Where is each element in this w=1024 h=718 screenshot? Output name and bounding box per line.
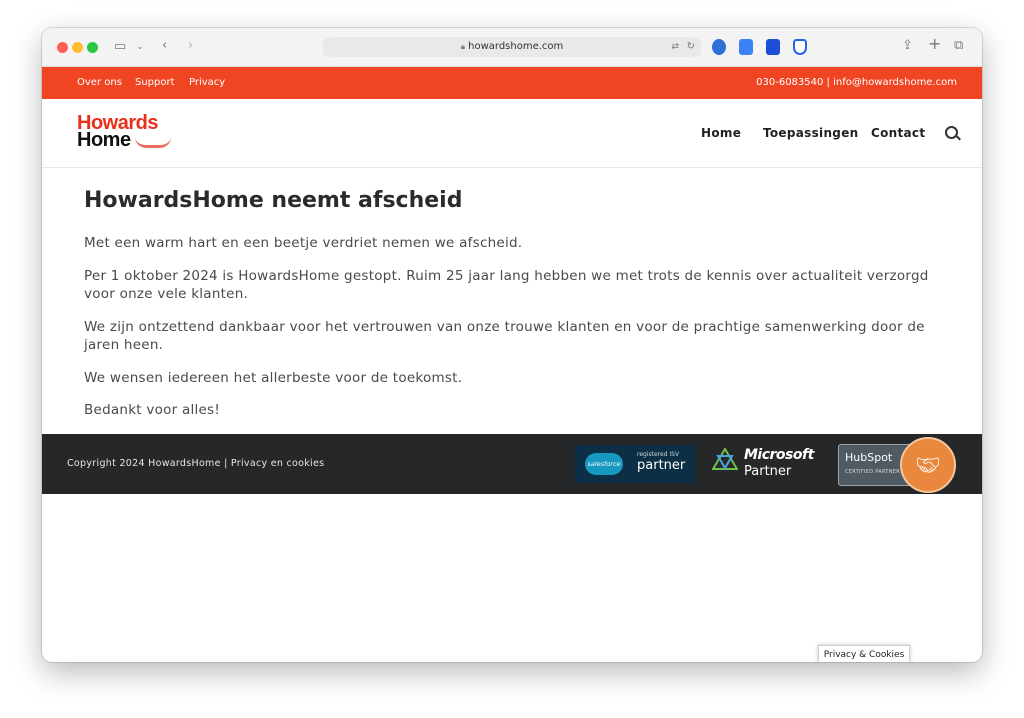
salesforce-badge-small: registered ISV xyxy=(637,451,680,458)
microsoft-sub: Partner xyxy=(744,464,792,479)
browser-toolbar: ▭ ⌄ ‹ › 🔒︎ howardshome.com ⇄ ↻ ⇪ + ⧉ xyxy=(42,28,982,67)
share-icon[interactable]: ⇪ xyxy=(902,39,913,53)
salesforce-partner-badge: salesforce registered ISV partner xyxy=(575,445,695,483)
forward-icon[interactable]: › xyxy=(188,39,193,53)
new-tab-icon[interactable]: + xyxy=(928,36,941,52)
site-header: Howards Home Home Toepassingen Contact xyxy=(42,99,982,168)
hubspot-sub: CERTIFIED PARTNER xyxy=(845,469,900,475)
privacy-cookies-button[interactable]: Privacy & Cookies xyxy=(818,645,910,662)
paragraph-5: Bedankt voor alles! xyxy=(84,402,220,418)
microsoft-name: Microsoft xyxy=(744,447,814,463)
extension-document-icon[interactable] xyxy=(739,39,753,55)
top-bar: Over ons Support Privacy 030-6083540 | i… xyxy=(42,67,982,99)
browser-window: ▭ ⌄ ‹ › 🔒︎ howardshome.com ⇄ ↻ ⇪ + ⧉ Ove… xyxy=(42,28,982,662)
translate-icon[interactable]: ⇄ xyxy=(671,40,679,54)
minimize-window-button[interactable] xyxy=(72,42,83,53)
logo-swoosh xyxy=(135,137,171,148)
shield-icon[interactable] xyxy=(793,39,807,55)
page-title: HowardsHome neemt afscheid xyxy=(84,188,463,213)
logo-line-2: Home xyxy=(77,129,131,151)
chevron-down-icon[interactable]: ⌄ xyxy=(136,40,144,54)
site-logo[interactable]: Howards Home xyxy=(77,113,172,153)
tab-overview-icon[interactable]: ⧉ xyxy=(954,39,963,53)
topbar-contact[interactable]: 030-6083540 | info@howardshome.com xyxy=(756,67,957,99)
copyright-text[interactable]: Copyright 2024 HowardsHome | Privacy en … xyxy=(67,434,324,494)
address-bar[interactable]: 🔒︎ howardshome.com ⇄ ↻ xyxy=(323,37,701,57)
extension-profile-icon[interactable] xyxy=(712,39,726,55)
paragraph-3: We zijn ontzettend dankbaar voor het ver… xyxy=(84,319,925,353)
hubspot-name: HubSpot xyxy=(845,451,893,464)
search-icon[interactable] xyxy=(945,126,958,139)
nav-item-home[interactable]: Home xyxy=(701,99,741,167)
nav-item-toepassingen[interactable]: Toepassingen xyxy=(763,99,858,167)
salesforce-badge-big: partner xyxy=(637,458,686,473)
handshake-icon: 🤝︎ xyxy=(900,437,956,493)
reload-icon[interactable]: ↻ xyxy=(687,40,695,54)
back-icon[interactable]: ‹ xyxy=(162,39,167,53)
site-footer: Copyright 2024 HowardsHome | Privacy en … xyxy=(42,434,982,494)
paragraph-1: Met een warm hart en een beetje verdriet… xyxy=(84,235,523,251)
paragraph-4: We wensen iedereen het allerbeste voor d… xyxy=(84,370,463,386)
close-window-button[interactable] xyxy=(57,42,68,53)
lock-icon: 🔒︎ xyxy=(460,42,465,51)
url-text: howardshome.com xyxy=(468,41,564,52)
salesforce-logo: salesforce xyxy=(585,453,623,475)
topbar-link-support[interactable]: Support xyxy=(135,67,175,99)
sidebar-toggle-icon[interactable]: ▭ xyxy=(114,40,126,54)
topbar-link-privacy[interactable]: Privacy xyxy=(189,67,225,99)
paragraph-2: Per 1 oktober 2024 is HowardsHome gestop… xyxy=(84,268,929,302)
topbar-link-over-ons[interactable]: Over ons xyxy=(77,67,122,99)
microsoft-partner-icon xyxy=(712,448,738,470)
nav-item-contact[interactable]: Contact xyxy=(871,99,925,167)
extension-notes-icon[interactable] xyxy=(766,39,780,55)
zoom-window-button[interactable] xyxy=(87,42,98,53)
